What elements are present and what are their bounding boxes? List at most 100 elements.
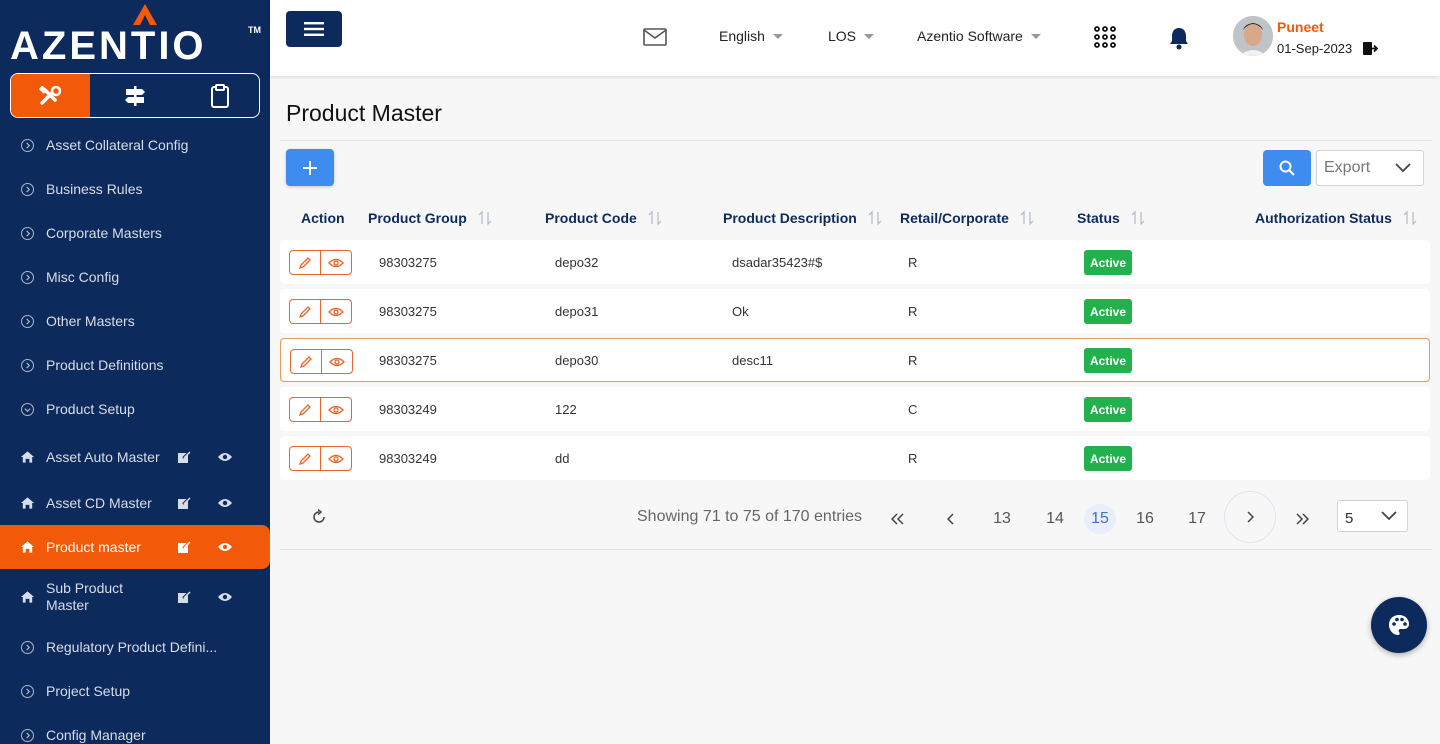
pencil-icon — [298, 256, 311, 269]
page-size-select[interactable]: 5 — [1337, 500, 1408, 532]
top-bar: English LOS Azentio Software Puneet 01-S… — [270, 0, 1440, 76]
column-header-product-group[interactable]: Product Group — [368, 210, 493, 226]
column-header-product-code[interactable]: Product Code — [545, 210, 663, 226]
row-actions — [290, 349, 353, 374]
chevron-right-icon — [21, 226, 34, 240]
view-icon[interactable] — [217, 541, 233, 553]
sidebar-item-config-manager[interactable]: Config Manager — [0, 713, 270, 744]
edit-icon[interactable] — [177, 450, 191, 464]
edit-button[interactable] — [290, 300, 321, 323]
edit-icon[interactable] — [177, 496, 191, 510]
view-button[interactable] — [321, 300, 351, 323]
tools-icon — [38, 85, 61, 105]
view-button[interactable] — [321, 447, 351, 470]
first-page-button[interactable] — [887, 504, 909, 534]
edit-button[interactable] — [290, 251, 321, 274]
language-label: English — [719, 28, 765, 44]
edit-icon[interactable] — [177, 540, 191, 554]
language-dropdown[interactable]: English — [719, 28, 783, 44]
current-page-button[interactable]: 15 — [1084, 504, 1116, 534]
menu-toggle-button[interactable] — [286, 11, 342, 47]
cell-product-group: 98303275 — [379, 255, 437, 270]
theme-palette-button[interactable] — [1371, 597, 1427, 653]
next-page-button[interactable] — [1224, 491, 1276, 543]
column-header-status[interactable]: Status — [1077, 210, 1146, 226]
sidebar-item-label: Product Definitions — [46, 357, 164, 373]
status-badge: Active — [1084, 250, 1133, 275]
view-button[interactable] — [322, 350, 352, 373]
bell-icon[interactable] — [1168, 26, 1190, 50]
column-header-authorization-status[interactable]: Authorization Status — [1255, 210, 1418, 226]
avatar[interactable] — [1233, 16, 1273, 56]
table-row[interactable]: 98303249 122 C Active — [280, 387, 1430, 431]
sidebar-item-regulatory-product-definitions[interactable]: Regulatory Product Defini... — [0, 625, 270, 669]
module-dropdown[interactable]: LOS — [828, 28, 875, 44]
view-icon[interactable] — [217, 591, 233, 603]
column-label: Product Group — [368, 210, 467, 226]
edit-icon[interactable] — [177, 590, 191, 604]
table-row-selected[interactable]: 98303275 depo30 desc11 R Active — [280, 338, 1430, 382]
view-button[interactable] — [321, 398, 351, 421]
column-label: Action — [301, 210, 345, 226]
edit-button[interactable] — [290, 447, 321, 470]
sidebar-item-project-setup[interactable]: Project Setup — [0, 669, 270, 713]
export-label: Export — [1324, 159, 1371, 176]
sidebar-item-corporate-masters[interactable]: Corporate Masters — [0, 211, 270, 255]
page-button[interactable]: 16 — [1134, 504, 1156, 534]
sidebar-item-asset-cd-master[interactable]: Asset CD Master — [0, 483, 270, 523]
cell-retail-corporate: C — [908, 402, 918, 417]
tab-clipboard[interactable] — [180, 74, 259, 117]
edit-button[interactable] — [290, 398, 321, 421]
add-button[interactable] — [286, 149, 334, 186]
caret-down-icon — [864, 33, 875, 39]
logout-icon[interactable] — [1362, 41, 1378, 56]
table-row[interactable]: 98303249 dd R Active — [280, 436, 1430, 480]
sort-icon — [478, 210, 492, 226]
page-button[interactable]: 17 — [1186, 504, 1208, 534]
apps-grid-icon[interactable] — [1094, 26, 1116, 48]
pencil-icon — [298, 403, 311, 416]
edit-button[interactable] — [291, 350, 322, 373]
double-chevron-left-icon — [891, 513, 904, 525]
sort-icon — [1020, 210, 1034, 226]
prev-page-button[interactable] — [941, 504, 961, 534]
table-header: Action Product Group Product Code Produc… — [280, 200, 1432, 236]
column-header-product-description[interactable]: Product Description — [723, 210, 883, 226]
cell-product-code: depo32 — [555, 255, 599, 270]
mail-icon[interactable] — [643, 28, 667, 46]
view-icon[interactable] — [217, 497, 233, 509]
table-row[interactable]: 98303275 depo32 dsadar35423#$ R Active — [280, 240, 1430, 284]
export-dropdown[interactable]: Export — [1316, 150, 1424, 186]
chevron-left-icon — [947, 513, 954, 525]
tab-tools[interactable] — [11, 74, 90, 117]
page-button[interactable]: 13 — [991, 504, 1013, 534]
sidebar-item-label: Asset CD Master — [46, 494, 152, 511]
sidebar-item-other-masters[interactable]: Other Masters — [0, 299, 270, 343]
search-button[interactable] — [1263, 150, 1311, 186]
sidebar-item-product-setup[interactable]: Product Setup — [0, 387, 270, 431]
sidebar-item-business-rules[interactable]: Business Rules — [0, 167, 270, 211]
refresh-icon[interactable] — [311, 509, 327, 525]
home-icon — [20, 541, 35, 553]
module-label: LOS — [828, 28, 857, 44]
sidebar-item-asset-auto-master[interactable]: Asset Auto Master — [0, 431, 270, 483]
sidebar-item-label: Misc Config — [46, 269, 120, 285]
caret-down-icon — [1030, 33, 1041, 39]
sidebar-item-misc-config[interactable]: Misc Config — [0, 255, 270, 299]
company-dropdown[interactable]: Azentio Software — [917, 28, 1041, 44]
table-row[interactable]: 98303275 depo31 Ok R Active — [280, 289, 1430, 333]
sidebar-item-asset-collateral-config[interactable]: Asset Collateral Config — [0, 123, 270, 167]
eye-icon — [327, 258, 344, 267]
cell-retail-corporate: R — [908, 304, 918, 319]
sidebar-item-product-definitions[interactable]: Product Definitions — [0, 343, 270, 387]
last-page-button[interactable] — [1291, 504, 1313, 534]
row-actions — [289, 299, 352, 324]
sidebar-item-sub-product-master[interactable]: Sub Product Master — [0, 569, 270, 625]
tab-signpost[interactable] — [90, 74, 180, 117]
signpost-icon — [125, 85, 145, 106]
view-icon[interactable] — [217, 451, 233, 463]
sidebar-item-product-master[interactable]: Product master — [0, 525, 270, 569]
column-header-retail-corporate[interactable]: Retail/Corporate — [900, 210, 1035, 226]
view-button[interactable] — [321, 251, 351, 274]
page-button[interactable]: 14 — [1044, 504, 1066, 534]
